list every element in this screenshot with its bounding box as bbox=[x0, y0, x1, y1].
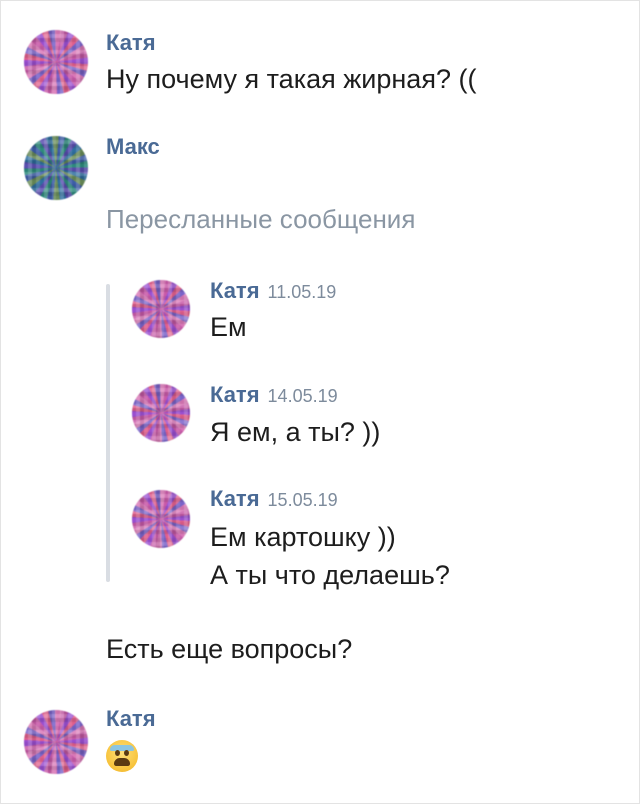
author-name[interactable]: Катя bbox=[106, 706, 156, 732]
avatar[interactable] bbox=[132, 490, 190, 548]
forwarded-text: Я ем, а ты? )) bbox=[210, 417, 381, 447]
eye-icon bbox=[124, 750, 129, 756]
forwarded-quote-bar bbox=[106, 284, 110, 582]
avatar[interactable] bbox=[132, 280, 190, 338]
forwarded-author-name[interactable]: Катя bbox=[210, 382, 260, 407]
avatar[interactable] bbox=[132, 384, 190, 442]
forwarded-label[interactable]: Пересланные сообщения bbox=[106, 204, 415, 235]
author-name[interactable]: Макс bbox=[106, 134, 160, 160]
forwarded-date: 15.05.19 bbox=[267, 490, 338, 510]
message-text: Есть еще вопросы? bbox=[106, 634, 353, 664]
avatar[interactable] bbox=[24, 136, 88, 200]
forwarded-author-name[interactable]: Катя bbox=[210, 278, 260, 303]
forwarded-text: Ем bbox=[210, 312, 247, 342]
forwarded-author[interactable]: Катя 15.05.19 bbox=[210, 486, 338, 512]
author-name[interactable]: Катя bbox=[106, 30, 156, 56]
forwarded-date: 11.05.19 bbox=[267, 282, 337, 302]
forwarded-text: А ты что делаешь? bbox=[210, 560, 450, 590]
forwarded-author[interactable]: Катя 11.05.19 bbox=[210, 278, 336, 304]
forwarded-text: Ем картошку )) bbox=[210, 522, 396, 552]
forwarded-date: 14.05.19 bbox=[267, 386, 338, 406]
forwarded-author[interactable]: Катя 14.05.19 bbox=[210, 382, 338, 408]
mouth-icon bbox=[114, 758, 130, 766]
eye-icon bbox=[115, 750, 120, 756]
forwarded-author-name[interactable]: Катя bbox=[210, 486, 260, 511]
avatar[interactable] bbox=[24, 30, 88, 94]
message-text: Ну почему я такая жирная? (( bbox=[106, 64, 477, 94]
sweat-icon bbox=[110, 745, 134, 751]
avatar[interactable] bbox=[24, 710, 88, 774]
anxious-face-emoji-icon bbox=[106, 740, 138, 772]
